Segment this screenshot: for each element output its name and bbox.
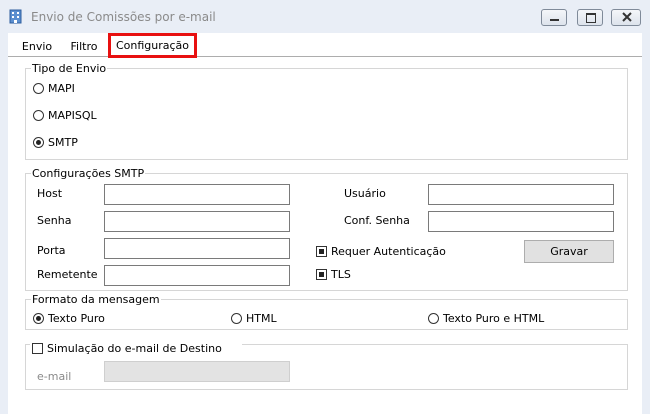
smtp-title: Configurações SMTP bbox=[31, 167, 146, 180]
radio-mapi-label: MAPI bbox=[48, 82, 75, 95]
formato-title: Formato da mensagem bbox=[31, 293, 161, 306]
simulacao-checkbox[interactable] bbox=[32, 343, 43, 354]
conf-senha-label: Conf. Senha bbox=[344, 214, 410, 227]
senha-input[interactable] bbox=[104, 211, 290, 232]
host-input[interactable] bbox=[104, 184, 290, 205]
porta-input[interactable] bbox=[104, 238, 290, 259]
radio-html[interactable] bbox=[231, 313, 242, 324]
simulacao-label: Simulação do e-mail de Destino bbox=[47, 342, 222, 355]
tab-strip bbox=[8, 33, 642, 57]
radio-texto-puro[interactable] bbox=[33, 313, 44, 324]
maximize-icon bbox=[586, 13, 596, 23]
tab-envio[interactable]: Envio bbox=[14, 37, 60, 56]
window-title: Envio de Comissões por e-mail bbox=[31, 10, 216, 24]
tab-configuracao[interactable]: Configuração bbox=[108, 33, 197, 58]
remetente-input[interactable] bbox=[104, 265, 290, 286]
tipo-envio-title: Tipo de Envio bbox=[31, 62, 108, 75]
requer-autenticacao-checkbox[interactable] bbox=[316, 246, 327, 257]
building-icon bbox=[9, 9, 22, 24]
minimize-icon bbox=[550, 19, 559, 21]
usuario-input[interactable] bbox=[428, 184, 614, 205]
tab-filtro[interactable]: Filtro bbox=[66, 37, 102, 56]
radio-smtp-label: SMTP bbox=[48, 136, 78, 149]
radio-mapisql[interactable] bbox=[33, 110, 44, 121]
email-label: e-mail bbox=[37, 370, 72, 383]
radio-mapi[interactable] bbox=[33, 83, 44, 94]
close-button[interactable] bbox=[611, 9, 641, 26]
tab-configuracao-label: Configuração bbox=[115, 39, 190, 52]
requer-autenticacao-label: Requer Autenticação bbox=[331, 245, 446, 258]
tipo-envio-group bbox=[25, 68, 628, 160]
email-input[interactable] bbox=[104, 361, 290, 382]
title-bar: Envio de Comissões por e-mail bbox=[0, 0, 650, 32]
minimize-button[interactable] bbox=[541, 9, 567, 26]
gravar-button[interactable]: Gravar bbox=[524, 240, 614, 263]
radio-mapisql-label: MAPISQL bbox=[48, 109, 97, 122]
app-window: Envio de Comissões por e-mail Envio Filt… bbox=[0, 0, 650, 414]
senha-label: Senha bbox=[37, 214, 72, 227]
radio-html-label: HTML bbox=[246, 312, 277, 325]
usuario-label: Usuário bbox=[344, 187, 386, 200]
host-label: Host bbox=[37, 187, 63, 200]
porta-label: Porta bbox=[37, 244, 66, 257]
tls-checkbox[interactable] bbox=[316, 269, 327, 280]
conf-senha-input[interactable] bbox=[428, 211, 614, 232]
close-icon bbox=[621, 11, 633, 26]
maximize-button[interactable] bbox=[577, 9, 603, 26]
tls-label: TLS bbox=[331, 268, 351, 281]
radio-texto-puro-e-html-label: Texto Puro e HTML bbox=[443, 312, 545, 325]
radio-texto-puro-label: Texto Puro bbox=[48, 312, 105, 325]
radio-smtp[interactable] bbox=[33, 137, 44, 148]
radio-texto-puro-e-html[interactable] bbox=[428, 313, 439, 324]
remetente-label: Remetente bbox=[37, 268, 98, 281]
